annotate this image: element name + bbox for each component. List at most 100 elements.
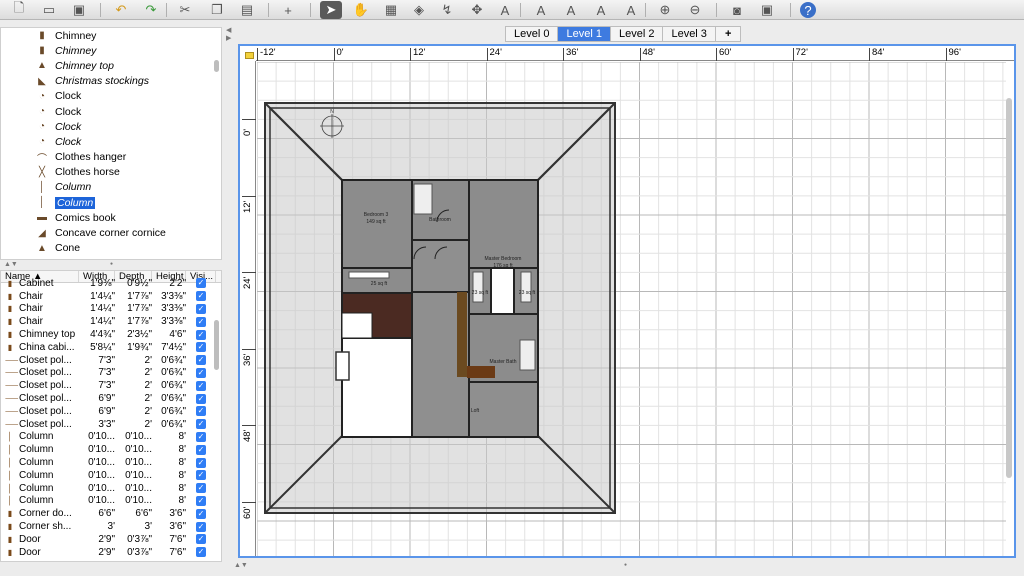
table-row[interactable]: ▮ Chair 1'4¼" 1'7⅞" 3'3⅜" ✓ xyxy=(1,303,221,316)
tab-level-0[interactable]: Level 0 xyxy=(505,26,558,42)
visible-checkbox[interactable]: ✓ xyxy=(196,367,206,378)
save-icon[interactable]: ▣ xyxy=(68,1,90,19)
paste-icon[interactable]: ▤ xyxy=(236,1,258,19)
catalog-item[interactable]: ◔ Clock xyxy=(1,119,221,134)
furniture-table[interactable]: Name ▲ Width Depth Height Visi... ▮ Cabin… xyxy=(0,270,222,562)
visible-checkbox[interactable]: ✓ xyxy=(196,329,206,340)
table-row[interactable]: ⸺ Closet pol... 7'3" 2' 0'6¾" ✓ xyxy=(1,354,221,367)
furniture-table-scrollbar[interactable] xyxy=(214,320,219,370)
catalog-item[interactable]: ▬ Comics book xyxy=(1,210,221,225)
table-row[interactable]: ▮ Chair 1'4¼" 1'7⅞" 3'3⅜" ✓ xyxy=(1,290,221,303)
video-icon[interactable]: ▣ xyxy=(756,1,778,19)
create-polylines-icon[interactable]: ↯ xyxy=(436,1,458,19)
table-row[interactable]: ▮ Corner sh... 3' 3' 3'6" ✓ xyxy=(1,520,221,533)
collapse-left-icon[interactable]: ◀ xyxy=(226,26,231,34)
catalog-item[interactable]: ╳ Clothes horse xyxy=(1,165,221,180)
catalog-item[interactable]: ◔ Clock xyxy=(1,134,221,149)
visible-checkbox[interactable]: ✓ xyxy=(196,303,206,314)
table-row[interactable]: ⸺ Closet pol... 6'9" 2' 0'6¾" ✓ xyxy=(1,392,221,405)
horizontal-splitter[interactable]: ▲▼ ● xyxy=(0,260,222,270)
add-text-icon[interactable]: A xyxy=(494,1,516,19)
zoom-out-icon[interactable]: ⊖ xyxy=(684,1,706,19)
table-row[interactable]: │ Column 0'10... 0'10... 8' ✓ xyxy=(1,443,221,456)
visible-checkbox[interactable]: ✓ xyxy=(196,278,206,289)
table-row[interactable]: ⸺ Closet pol... 7'3" 2' 0'6¾" ✓ xyxy=(1,379,221,392)
add-furniture-icon[interactable]: + xyxy=(277,1,299,19)
catalog-item[interactable]: ▲ Cone xyxy=(1,241,221,256)
zoom-in-icon[interactable]: ⊕ xyxy=(654,1,676,19)
table-row[interactable]: ▮ China cabi... 5'8¼" 1'9¾" 7'4½" ✓ xyxy=(1,341,221,354)
catalog-item[interactable]: ◔ Clock xyxy=(1,104,221,119)
table-row[interactable]: │ Column 0'10... 0'10... 8' ✓ xyxy=(1,469,221,482)
catalog-item[interactable]: ⌒ Clothes hanger xyxy=(1,150,221,165)
create-walls-icon[interactable]: ▦ xyxy=(380,1,402,19)
visible-checkbox[interactable]: ✓ xyxy=(196,419,206,430)
visible-checkbox[interactable]: ✓ xyxy=(196,431,206,442)
table-row[interactable]: ▮ Cabinet 1'9⅜" 0'9½" 2'2" ✓ xyxy=(1,277,221,290)
cut-icon[interactable]: ✂ xyxy=(174,1,196,19)
create-dimensions-icon[interactable]: ✥ xyxy=(466,1,488,19)
text-style-a3-icon[interactable]: A xyxy=(590,1,612,19)
visible-checkbox[interactable]: ✓ xyxy=(196,457,206,468)
collapse-arrows-icon[interactable]: ▲▼ xyxy=(4,261,18,268)
catalog-scrollbar[interactable] xyxy=(214,60,219,72)
visible-checkbox[interactable]: ✓ xyxy=(196,444,206,455)
table-row[interactable]: ▮ Chimney top 4'4¾" 2'3½" 4'6" ✓ xyxy=(1,328,221,341)
catalog-item[interactable]: ◢ Concave corner cornice xyxy=(1,225,221,240)
create-rooms-icon[interactable]: ◈ xyxy=(408,1,430,19)
visible-checkbox[interactable]: ✓ xyxy=(196,483,206,494)
visible-checkbox[interactable]: ✓ xyxy=(196,406,206,417)
catalog-item[interactable]: ▲ Chimney top xyxy=(1,58,221,73)
table-row[interactable]: │ Column 0'10... 0'10... 8' ✓ xyxy=(1,495,221,508)
visible-checkbox[interactable]: ✓ xyxy=(196,470,206,481)
visible-checkbox[interactable]: ✓ xyxy=(196,547,206,558)
table-row[interactable]: ⸺ Closet pol... 6'9" 2' 0'6¾" ✓ xyxy=(1,405,221,418)
tab-level-2[interactable]: Level 2 xyxy=(609,26,663,42)
visible-checkbox[interactable]: ✓ xyxy=(196,342,206,353)
visible-checkbox[interactable]: ✓ xyxy=(196,291,206,302)
table-row[interactable]: ▮ Corner do... 6'6" 6'6" 3'6" ✓ xyxy=(1,507,221,520)
help-icon[interactable]: ? xyxy=(800,2,816,18)
catalog-item[interactable]: ▮ Chimney xyxy=(1,43,221,58)
visible-checkbox[interactable]: ✓ xyxy=(196,355,206,366)
photo-icon[interactable]: ◙ xyxy=(726,1,748,19)
table-row[interactable]: ⸺ Closet pol... 3'3" 2' 0'6¾" ✓ xyxy=(1,418,221,431)
expand-arrows-icon[interactable]: ▲▼ xyxy=(234,562,248,569)
pan-hand-icon[interactable]: ✋ xyxy=(350,1,372,19)
redo-icon[interactable]: ↷ xyxy=(140,1,162,19)
text-style-a4-icon[interactable]: A xyxy=(620,1,642,19)
plan-horizontal-scrollbar[interactable]: ▲▼ ● xyxy=(234,560,1020,570)
visible-checkbox[interactable]: ✓ xyxy=(196,534,206,545)
plan-vertical-scrollbar[interactable] xyxy=(1006,98,1012,478)
table-row[interactable]: ▮ Door 2'9" 0'3⅞" 7'6" ✓ xyxy=(1,533,221,546)
catalog-item[interactable]: │ Column xyxy=(1,195,221,210)
catalog-item[interactable]: ◔ Clock xyxy=(1,89,221,104)
table-row[interactable]: │ Column 0'10... 0'10... 8' ✓ xyxy=(1,456,221,469)
catalog-item[interactable]: ▮ Chimney xyxy=(1,28,221,43)
collapse-right-icon[interactable]: ▶ xyxy=(226,34,231,42)
table-row[interactable]: ▮ Door 2'9" 0'3⅞" 7'6" ✓ xyxy=(1,546,221,559)
vertical-splitter[interactable]: ◀ ▶ xyxy=(222,20,234,576)
table-row[interactable]: │ Column 0'10... 0'10... 8' ✓ xyxy=(1,482,221,495)
open-folder-icon[interactable]: ▭ xyxy=(38,1,60,19)
undo-icon[interactable]: ↶ xyxy=(110,1,132,19)
plan-view[interactable]: -12' 0' 12' 24' 36' 48' 60' 72' 84' 96' 0' 12' 24' 3… xyxy=(238,44,1016,558)
furniture-catalog-tree[interactable]: ▮ Chimney ▮ Chimney ▲ Chimney top ◣ Christmas s… xyxy=(0,27,222,260)
visible-checkbox[interactable]: ✓ xyxy=(196,393,206,404)
visible-checkbox[interactable]: ✓ xyxy=(196,508,206,519)
text-style-a1-icon[interactable]: A xyxy=(530,1,552,19)
visible-checkbox[interactable]: ✓ xyxy=(196,380,206,391)
select-arrow-icon[interactable]: ➤ xyxy=(320,1,342,19)
visible-checkbox[interactable]: ✓ xyxy=(196,521,206,532)
catalog-item[interactable]: │ Column xyxy=(1,180,221,195)
table-row[interactable]: ▮ Chair 1'4¼" 1'7⅞" 3'3⅜" ✓ xyxy=(1,315,221,328)
copy-icon[interactable]: ❐ xyxy=(206,1,228,19)
table-row[interactable]: ⸺ Closet pol... 7'3" 2' 0'6¾" ✓ xyxy=(1,367,221,380)
add-level-button[interactable]: + xyxy=(714,26,742,42)
catalog-item[interactable]: ◣ Christmas stockings xyxy=(1,74,221,89)
table-row[interactable]: │ Column 0'10... 0'10... 8' ✓ xyxy=(1,431,221,444)
tab-level-1[interactable]: Level 1 xyxy=(557,26,610,42)
text-style-a2-icon[interactable]: A xyxy=(560,1,582,19)
visible-checkbox[interactable]: ✓ xyxy=(196,495,206,506)
visible-checkbox[interactable]: ✓ xyxy=(196,316,206,327)
